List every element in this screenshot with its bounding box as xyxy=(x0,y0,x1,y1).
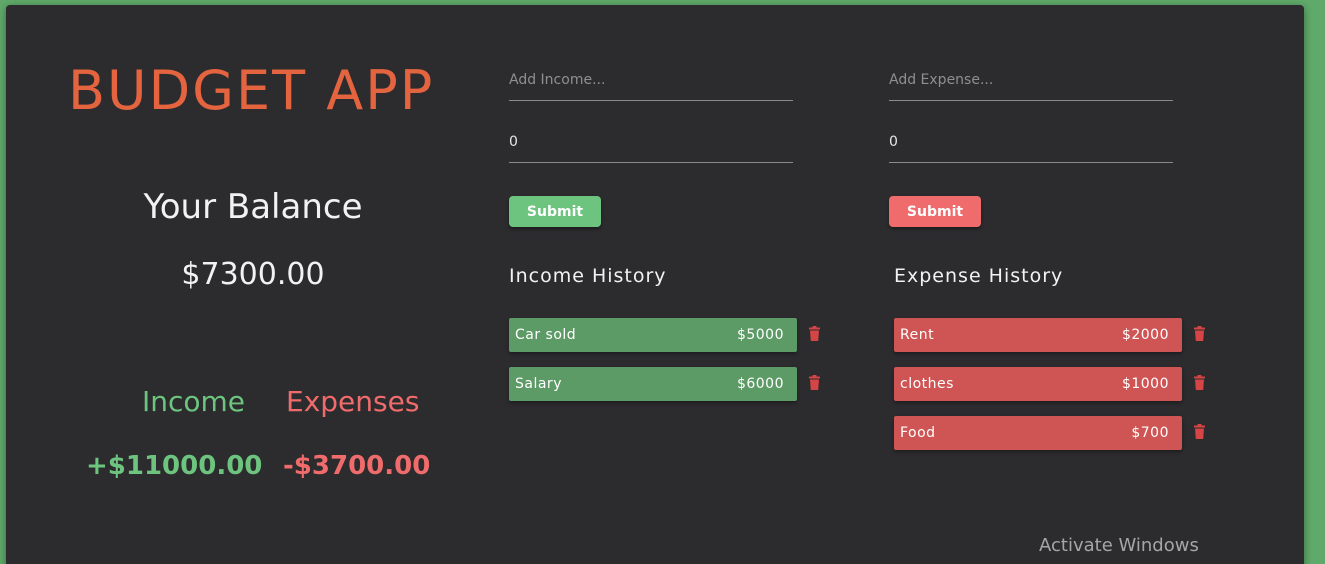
income-name-input[interactable] xyxy=(509,67,793,101)
trash-icon[interactable] xyxy=(1194,326,1205,341)
income-history-item: Car sold $5000 xyxy=(509,318,820,352)
income-label: Income xyxy=(142,385,246,418)
expense-amount-input[interactable] xyxy=(889,129,1173,163)
trash-icon[interactable] xyxy=(1194,375,1205,390)
income-submit-button[interactable]: Submit xyxy=(509,196,601,227)
income-item-name: Car sold xyxy=(515,327,577,343)
income-item-name: Salary xyxy=(515,376,562,392)
expense-history-item: Rent $2000 xyxy=(894,318,1205,352)
expense-item-name: Food xyxy=(900,425,936,441)
expense-name-input[interactable] xyxy=(889,67,1173,101)
expense-item-amount: $700 xyxy=(1131,425,1169,441)
activate-windows-watermark: Activate Windows xyxy=(1039,535,1199,556)
income-item-amount: $6000 xyxy=(736,376,784,392)
expense-history-item: Food $700 xyxy=(894,416,1205,450)
expense-item-name: clothes xyxy=(900,376,954,392)
income-item-amount: $5000 xyxy=(736,327,784,343)
expense-submit-button[interactable]: Submit xyxy=(889,196,981,227)
trash-icon[interactable] xyxy=(809,375,820,390)
trash-icon[interactable] xyxy=(809,326,820,341)
income-history-item: Salary $6000 xyxy=(509,367,820,401)
income-history-list: Car sold $5000 Salary $6000 xyxy=(509,318,820,416)
expense-history-list: Rent $2000 clothes $1000 Food $700 xyxy=(894,318,1205,465)
expense-item-amount: $2000 xyxy=(1121,327,1169,343)
income-amount-input[interactable] xyxy=(509,129,793,163)
income-history-title: Income History xyxy=(509,265,667,287)
app-title: BUDGET APP xyxy=(68,59,435,122)
expense-item-amount: $1000 xyxy=(1121,376,1169,392)
expense-history-item: clothes $1000 xyxy=(894,367,1205,401)
budget-card: BUDGET APP Your Balance $7300.00 Income … xyxy=(6,5,1304,564)
income-total: +$11000.00 xyxy=(86,451,263,481)
expense-total: -$3700.00 xyxy=(283,451,431,481)
balance-label: Your Balance xyxy=(143,187,363,227)
expense-history-title: Expense History xyxy=(894,265,1064,287)
expense-item-name: Rent xyxy=(900,327,935,343)
trash-icon[interactable] xyxy=(1194,424,1205,439)
expenses-label: Expenses xyxy=(286,385,420,418)
balance-value: $7300.00 xyxy=(181,257,325,292)
